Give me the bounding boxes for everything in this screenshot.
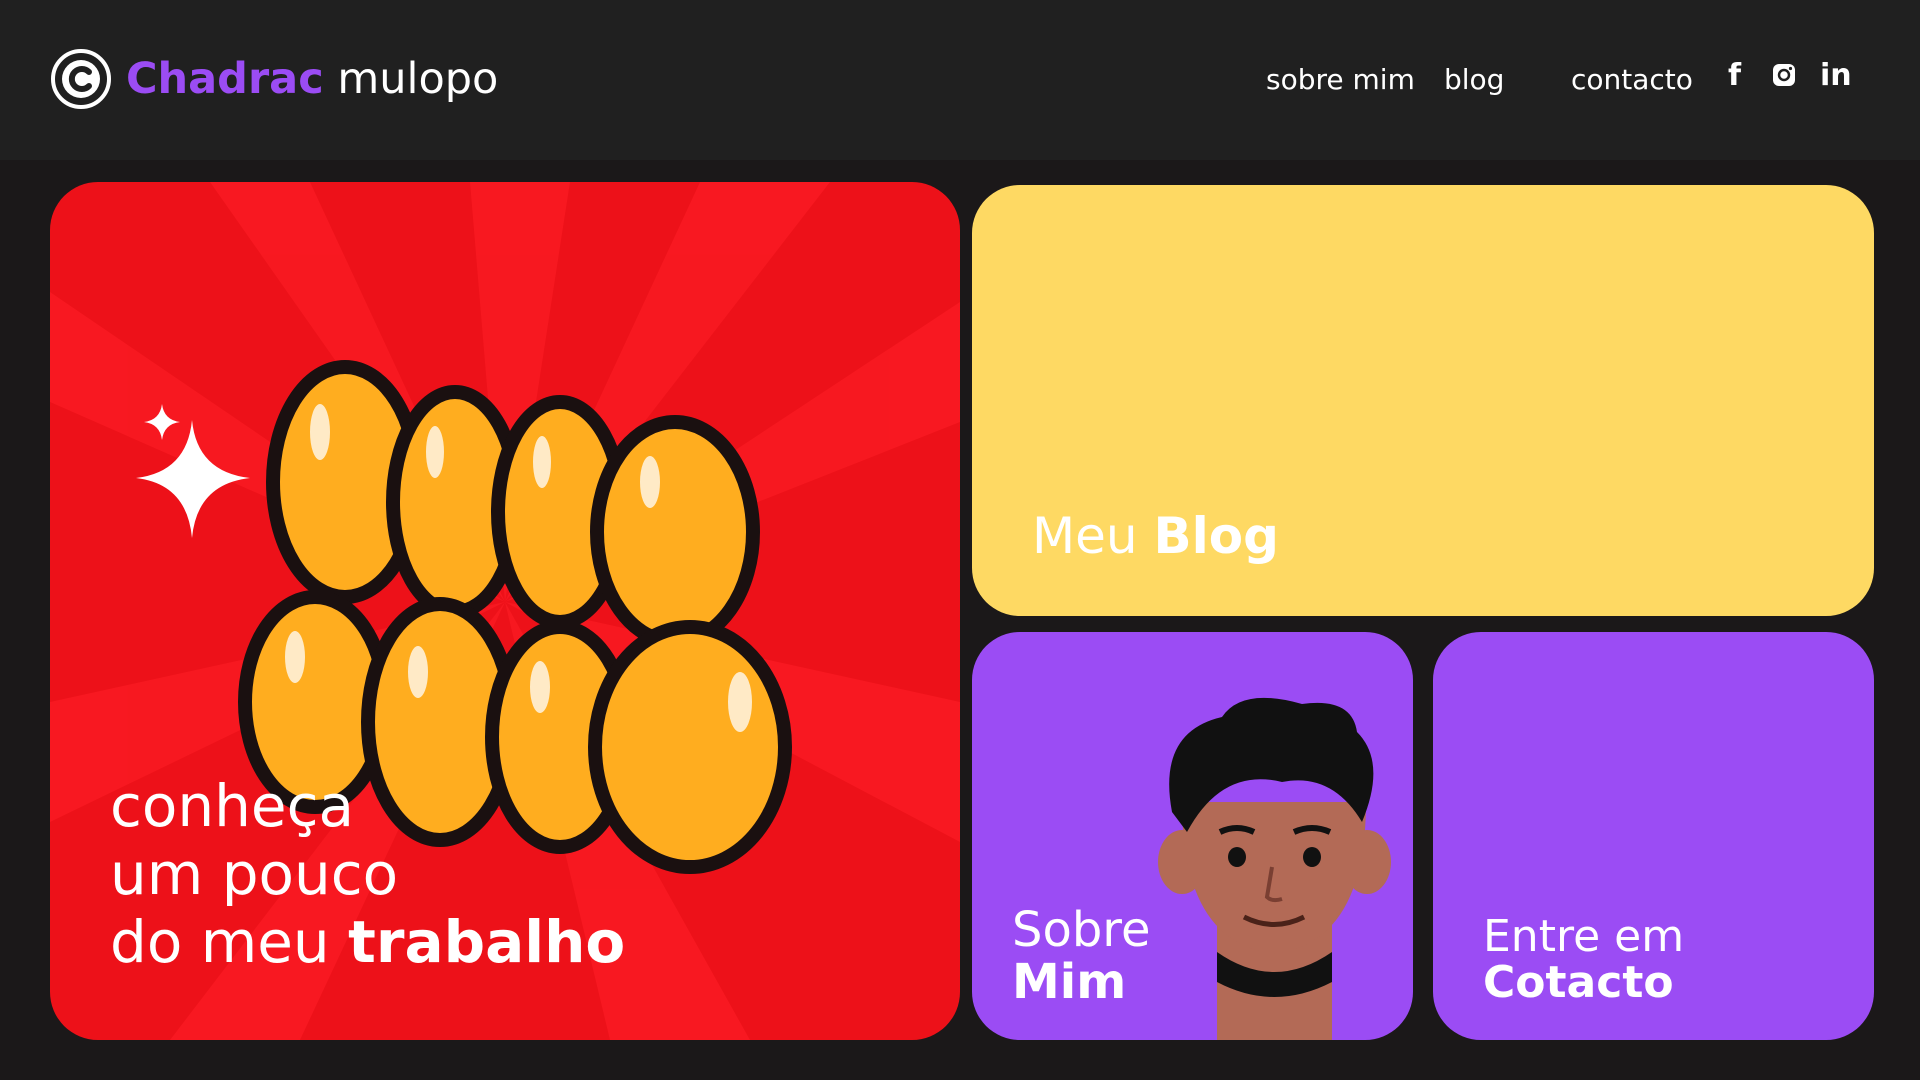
contact-heading: Entre em Cotacto [1483,914,1684,1006]
nav-contact-label: contacto [1571,62,1693,96]
about-card[interactable]: Sobre Mim [972,632,1413,1040]
work-line-2: um pouco [110,840,399,908]
blog-heading-bold: Blog [1153,507,1279,565]
contact-heading-line-2: Cotacto [1483,957,1674,1008]
blog-heading: Meu Blog [1032,507,1279,565]
work-line-1: conheça [110,772,355,840]
facebook-icon: f [1728,58,1742,93]
about-heading-line-2: Mim [1012,954,1127,1010]
linkedin-link[interactable]: in [1820,58,1852,93]
nav-blog-label: blog [1444,62,1505,96]
nav-blog[interactable]: blog [1444,56,1504,102]
brand-logo[interactable]: Chadrac mulopo [50,48,498,110]
work-headline: conheça um pouco do meu trabalho [110,772,625,976]
work-line-3-pre: do meu [110,908,330,976]
brand-last-name: mulopo [337,54,499,104]
about-heading-line-1: Sobre [1012,902,1151,958]
about-heading: Sobre Mim [1012,904,1151,1008]
nav-about[interactable]: sobre mim [1266,56,1415,102]
facebook-link[interactable]: f [1728,58,1741,93]
brand-first-name: Chadrac [126,54,324,104]
nav-about-label: sobre mim [1266,62,1415,96]
blog-heading-pre: Meu [1032,507,1138,565]
linkedin-icon: in [1820,58,1852,93]
instagram-icon [1771,62,1797,92]
work-line-3-bold: trabalho [348,908,626,976]
contact-heading-line-1: Entre em [1483,911,1685,962]
work-card[interactable]: conheça um pouco do meu trabalho [50,182,960,1040]
nav-contact[interactable]: contacto [1571,56,1693,102]
contact-card[interactable]: Entre em Cotacto [1433,632,1874,1040]
c-logo-icon [50,48,112,110]
instagram-link[interactable] [1771,62,1797,92]
brand-name: Chadrac mulopo [126,54,498,104]
blog-card[interactable]: Meu Blog [972,185,1874,616]
work-line-3: do meu trabalho [110,908,625,976]
avatar-illustration [1158,697,1391,1040]
site-header: Chadrac mulopo sobre mim blog contacto f… [0,0,1920,160]
